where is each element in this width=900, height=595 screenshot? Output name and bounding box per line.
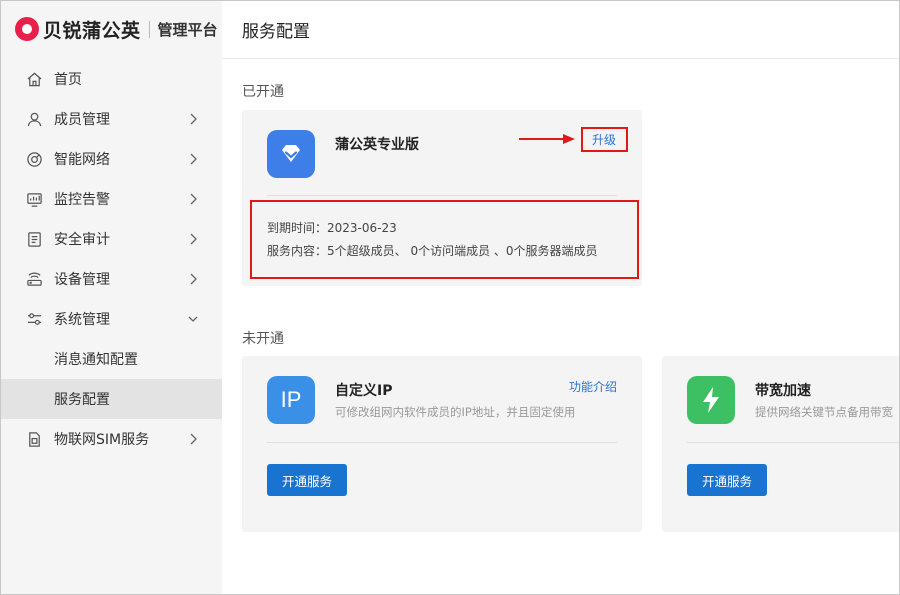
service-desc: 可修改组网内软件成员的IP地址，并且固定使用: [335, 405, 576, 419]
chevron-right-icon: [190, 233, 197, 245]
sidebar-item-system[interactable]: 系统管理: [1, 299, 222, 339]
annotation-box-details: [250, 200, 639, 279]
enable-service-button[interactable]: 开通服务: [267, 464, 347, 496]
page-title: 服务配置: [242, 22, 310, 42]
ip-icon: IP: [267, 376, 315, 424]
sidebar-item-label: 智能网络: [54, 152, 110, 168]
router-icon: [26, 271, 43, 288]
lightning-icon: [687, 376, 735, 424]
sidebar-item-iot-sim[interactable]: 物联网SIM服务: [1, 419, 222, 459]
ip-icon-text: IP: [280, 387, 302, 412]
annotation-box-upgrade: [581, 127, 628, 152]
chevron-right-icon: [190, 273, 197, 285]
card-divider: [267, 195, 617, 196]
sidebar-item-label: 物联网SIM服务: [54, 432, 150, 448]
sidebar-item-monitoring[interactable]: 监控告警: [1, 179, 222, 219]
settings-sliders-icon: [26, 311, 43, 328]
brand-divider: [148, 20, 150, 38]
chevron-right-icon: [190, 433, 197, 445]
sidebar-item-label: 监控告警: [54, 192, 110, 208]
service-name: 蒲公英专业版: [335, 137, 419, 153]
monitor-icon: [26, 191, 43, 208]
sidebar-nav: 首页 成员管理 智能网络 监控告警 安全审计 设备管理 系统管理 消息通知配置 …: [1, 59, 222, 459]
service-desc: 提供网络关键节点备用带宽: [755, 405, 893, 419]
card-divider: [687, 442, 899, 443]
sim-icon: [26, 431, 43, 448]
sidebar-item-label: 消息通知配置: [54, 352, 138, 368]
network-icon: [26, 151, 43, 168]
sidebar-item-devices[interactable]: 设备管理: [1, 259, 222, 299]
service-card-custom-ip: IP 自定义IP 可修改组网内软件成员的IP地址，并且固定使用 功能介绍 开通服…: [242, 356, 642, 532]
audit-icon: [26, 231, 43, 248]
brand[interactable]: 贝锐蒲公英 管理平台: [15, 15, 218, 43]
sidebar-item-home[interactable]: 首页: [1, 59, 222, 99]
section-title-enabled: 已开通: [242, 84, 284, 100]
service-name: 带宽加速: [755, 383, 811, 399]
card-divider: [267, 442, 617, 443]
section-title-disabled: 未开通: [242, 331, 284, 347]
sidebar-item-members[interactable]: 成员管理: [1, 99, 222, 139]
chevron-right-icon: [190, 153, 197, 165]
sidebar-item-smart-network[interactable]: 智能网络: [1, 139, 222, 179]
sidebar-item-label: 设备管理: [54, 272, 110, 288]
sidebar-item-label: 首页: [54, 72, 82, 88]
brand-name: 贝锐蒲公英: [43, 19, 141, 42]
sidebar-item-service-config[interactable]: 服务配置: [1, 379, 222, 419]
sidebar-item-label: 成员管理: [54, 112, 110, 128]
chevron-down-icon: [188, 316, 198, 322]
chevron-right-icon: [190, 193, 197, 205]
page-header: 服务配置: [222, 1, 899, 59]
home-icon: [26, 71, 43, 88]
sidebar-item-label: 系统管理: [54, 312, 110, 328]
service-card-bandwidth: 带宽加速 提供网络关键节点备用带宽 开通服务: [662, 356, 899, 532]
feature-intro-link[interactable]: 功能介绍: [569, 378, 617, 395]
user-icon: [26, 111, 43, 128]
sidebar: 贝锐蒲公英 管理平台 首页 成员管理 智能网络 监控告警 安全审计 设备管理 系…: [1, 1, 222, 594]
brand-logo-icon: [15, 17, 39, 41]
annotation-arrow-icon: [519, 134, 575, 144]
service-name: 自定义IP: [335, 383, 393, 399]
enable-service-button[interactable]: 开通服务: [687, 464, 767, 496]
sidebar-item-notification-config[interactable]: 消息通知配置: [1, 339, 222, 379]
chevron-right-icon: [190, 113, 197, 125]
diamond-icon: [267, 130, 315, 178]
main-content: 服务配置 已开通 蒲公英专业版 升级 到期时间：2023-06-23 服务内容：…: [222, 1, 899, 594]
brand-subtitle: 管理平台: [157, 20, 218, 39]
sidebar-item-label: 服务配置: [54, 392, 110, 408]
app-window: 贝锐蒲公英 管理平台 首页 成员管理 智能网络 监控告警 安全审计 设备管理 系…: [0, 0, 900, 595]
sidebar-item-label: 安全审计: [54, 232, 110, 248]
sidebar-item-security-audit[interactable]: 安全审计: [1, 219, 222, 259]
